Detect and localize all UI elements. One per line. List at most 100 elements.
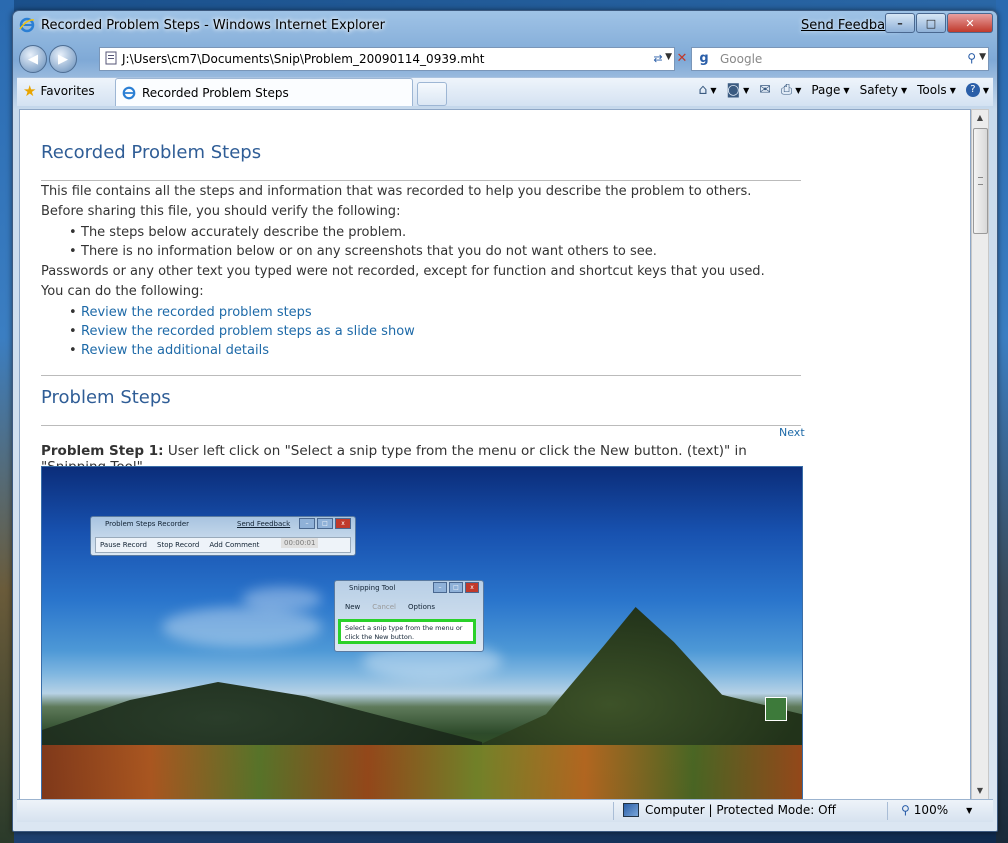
passwords-note: Passwords or any other text you typed we… — [41, 264, 765, 279]
scroll-down-icon[interactable]: ▼ — [972, 783, 988, 799]
psr-title: Problem Steps Recorder — [105, 520, 190, 528]
close-button[interactable]: ✕ — [947, 13, 993, 33]
search-box[interactable]: g ⚲ ▼ — [691, 47, 989, 71]
scroll-up-icon[interactable]: ▲ — [972, 110, 988, 126]
computer-icon — [623, 803, 639, 817]
snip-toolbar: New Cancel Options — [339, 599, 479, 615]
divider — [41, 180, 801, 181]
list-item: Review the recorded problem steps — [69, 305, 312, 320]
search-options-icon[interactable]: ▼ — [979, 52, 986, 62]
chevron-down-icon: ▼ — [843, 85, 850, 95]
snip-window-controls: – □ x — [433, 582, 479, 593]
chevron-down-icon: ▼ — [982, 85, 989, 95]
forward-button[interactable]: ▶ — [49, 45, 77, 73]
ie-logo-icon — [19, 17, 35, 33]
security-zone[interactable]: Computer | Protected Mode: Off — [623, 803, 836, 817]
scroll-thumb[interactable] — [973, 128, 988, 234]
google-icon: g — [699, 51, 709, 66]
search-icon[interactable]: ⚲ — [967, 51, 976, 65]
chevron-down-icon: ▼ — [966, 805, 973, 815]
chevron-down-icon: ▼ — [795, 85, 802, 95]
review-details-link[interactable]: Review the additional details — [81, 343, 269, 358]
home-icon: ⌂ — [698, 82, 708, 98]
zoom-control[interactable]: ⚲ 100% ▼ — [901, 803, 972, 817]
snip-new: New — [345, 603, 361, 611]
search-input[interactable] — [718, 51, 952, 67]
page-menu[interactable]: Page ▼ — [811, 83, 849, 97]
rss-icon: ◙ — [726, 82, 741, 98]
back-button[interactable]: ◀ — [19, 45, 47, 73]
page-menu-label: Page — [811, 83, 841, 97]
window-title: Recorded Problem Steps - Windows Interne… — [41, 18, 385, 33]
command-bar: ★ Favorites Recorded Problem Steps ⌂ ▼ ◙ ▼… — [17, 77, 993, 106]
chevron-down-icon: ▼ — [949, 85, 956, 95]
psr-stop: Stop Record — [157, 541, 200, 549]
psr-comment: Add Comment — [209, 541, 260, 549]
psr-pause: Pause Record — [100, 541, 147, 549]
next-link[interactable]: Next — [779, 426, 805, 439]
favorites-button[interactable]: ★ Favorites — [23, 82, 95, 100]
safety-menu[interactable]: Safety ▼ — [860, 83, 908, 97]
vertical-scrollbar[interactable]: ▲ ▼ — [971, 109, 989, 800]
psr-feedback: Send Feedback — [237, 520, 291, 528]
review-slideshow-link[interactable]: Review the recorded problem steps as a s… — [81, 324, 415, 339]
cloud — [242, 587, 322, 611]
tools-menu-label: Tools — [917, 83, 947, 97]
divider — [41, 375, 801, 376]
minimize-button[interactable]: – — [885, 13, 915, 33]
favorites-star-icon: ★ — [23, 82, 37, 100]
zone-text: Computer | Protected Mode: Off — [645, 803, 836, 817]
snip-options: Options — [408, 603, 436, 611]
feeds-button[interactable]: ◙ ▼ — [727, 82, 750, 98]
chevron-down-icon: ▼ — [743, 85, 750, 95]
grip-icon — [978, 177, 983, 185]
status-divider — [887, 802, 888, 820]
psr-window-controls: – □ x — [299, 518, 351, 529]
you-can-text: You can do the following: — [41, 284, 204, 299]
verify-item: The steps below accurately describe the … — [69, 225, 406, 240]
favorites-label: Favorites — [40, 84, 95, 98]
minimize-icon: – — [897, 16, 903, 30]
read-mail-button[interactable]: ✉ — [759, 82, 771, 98]
psr-timer: 00:00:01 — [281, 538, 319, 548]
back-arrow-icon: ◀ — [28, 51, 38, 67]
maximize-icon: □ — [925, 16, 937, 30]
divider — [41, 425, 801, 426]
printer-icon: ⎙ — [781, 82, 793, 98]
address-bar[interactable]: J:\Users\cm7\Documents\Snip\Problem_2009… — [99, 47, 675, 71]
page-icon — [105, 51, 117, 65]
intro-text-2: Before sharing this file, you should ver… — [41, 204, 401, 219]
step-screenshot: Problem Steps Recorder Send Feedback – □ x… — [41, 466, 803, 799]
ie-tab-icon — [122, 86, 136, 99]
chevron-down-icon: ▼ — [710, 85, 717, 95]
tab-recorded-problem-steps[interactable]: Recorded Problem Steps — [115, 78, 413, 106]
autumn-foliage — [42, 745, 802, 799]
new-tab-button[interactable] — [417, 82, 447, 106]
snip-title: Snipping Tool — [349, 584, 396, 592]
status-divider — [613, 802, 614, 820]
step-label: Problem Step 1: — [41, 443, 164, 459]
maximize-button[interactable]: □ — [916, 13, 946, 33]
title-bar[interactable]: Recorded Problem Steps - Windows Interne… — [13, 11, 997, 41]
tab-label: Recorded Problem Steps — [142, 85, 289, 100]
snip-cancel: Cancel — [372, 603, 396, 611]
refresh-icon[interactable]: ⇄ — [647, 47, 669, 69]
print-button[interactable]: ⎙ ▼ — [781, 82, 801, 98]
window-controls: – □ ✕ — [884, 13, 993, 33]
zoom-level: 100% — [913, 803, 949, 817]
stop-icon[interactable]: ✕ — [671, 47, 693, 69]
tools-menu[interactable]: Tools ▼ — [917, 83, 956, 97]
chevron-down-icon: ▼ — [900, 85, 908, 95]
page-content: Recorded Problem Steps This file contain… — [19, 109, 971, 800]
safety-menu-label: Safety — [859, 83, 898, 97]
help-icon: ? — [965, 83, 980, 97]
list-item: Review the recorded problem steps as a s… — [69, 324, 415, 339]
review-steps-link[interactable]: Review the recorded problem steps — [81, 305, 312, 320]
page-title: Recorded Problem Steps — [41, 142, 262, 163]
problem-steps-recorder-window: Problem Steps Recorder Send Feedback – □ x… — [90, 516, 356, 556]
help-button[interactable]: ? ▼ — [965, 83, 989, 97]
home-button[interactable]: ⌂ ▼ — [698, 82, 716, 98]
address-row: ◀ ▶ J:\Users\cm7\Documents\Snip\Problem_… — [13, 45, 997, 73]
list-item: Review the additional details — [69, 343, 269, 358]
verify-item: There is no information below or on any … — [69, 244, 657, 259]
